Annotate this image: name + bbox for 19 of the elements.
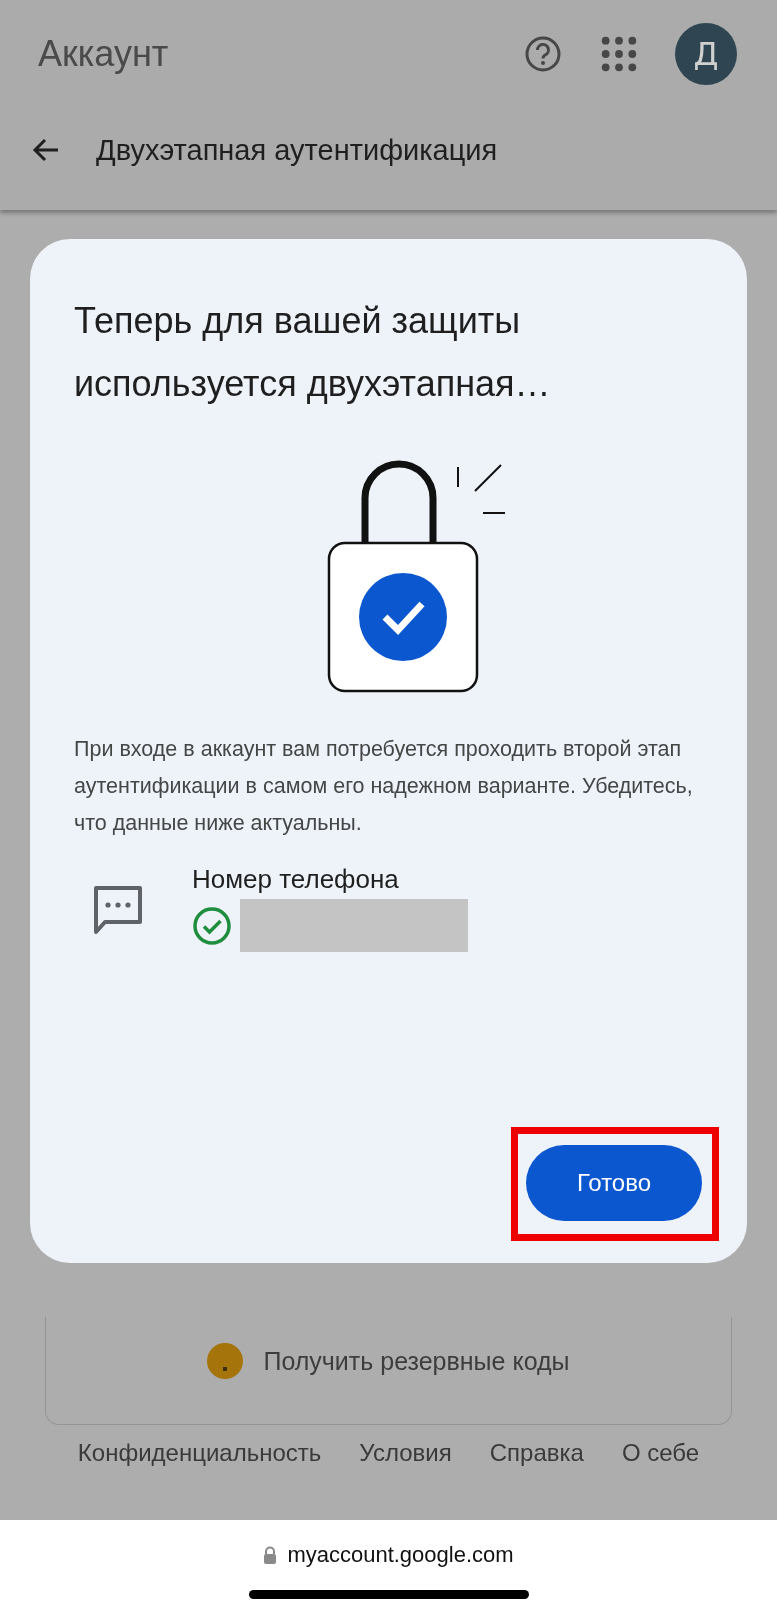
footer-link[interactable]: О себе <box>621 1439 700 1467</box>
help-icon[interactable] <box>523 34 563 74</box>
app-title: Аккаунт <box>38 33 170 75</box>
footer-link[interactable]: Конфиденциальность <box>77 1439 322 1467</box>
lock-icon <box>263 1546 278 1564</box>
apps-grid-icon[interactable] <box>599 34 639 74</box>
warning-icon <box>207 1342 244 1379</box>
done-button[interactable]: Готово <box>526 1145 702 1221</box>
method-label: Номер телефона <box>192 864 400 895</box>
card-label: Получить резервные коды <box>263 1347 570 1376</box>
dialog-message: При входе в аккаунт вам потребуется проходить второй этап аутентификации в самом его надежном варианте. Убедитесь, что данные ниже актуальны. <box>74 736 694 837</box>
backup-codes-card[interactable]: Получить резервные коды <box>45 1317 732 1425</box>
page-title: Двухэтапная аутентификация <box>96 133 498 167</box>
footer-link[interactable]: Справка <box>489 1439 584 1467</box>
url-text[interactable]: myaccount.google.com <box>287 1542 514 1568</box>
footer-link[interactable]: Условия <box>359 1439 452 1467</box>
message-icon <box>92 884 144 936</box>
avatar-button[interactable]: Д <box>675 23 737 85</box>
dialog-title: Теперь для вашей защиты используется двухэтапная… <box>74 299 552 406</box>
